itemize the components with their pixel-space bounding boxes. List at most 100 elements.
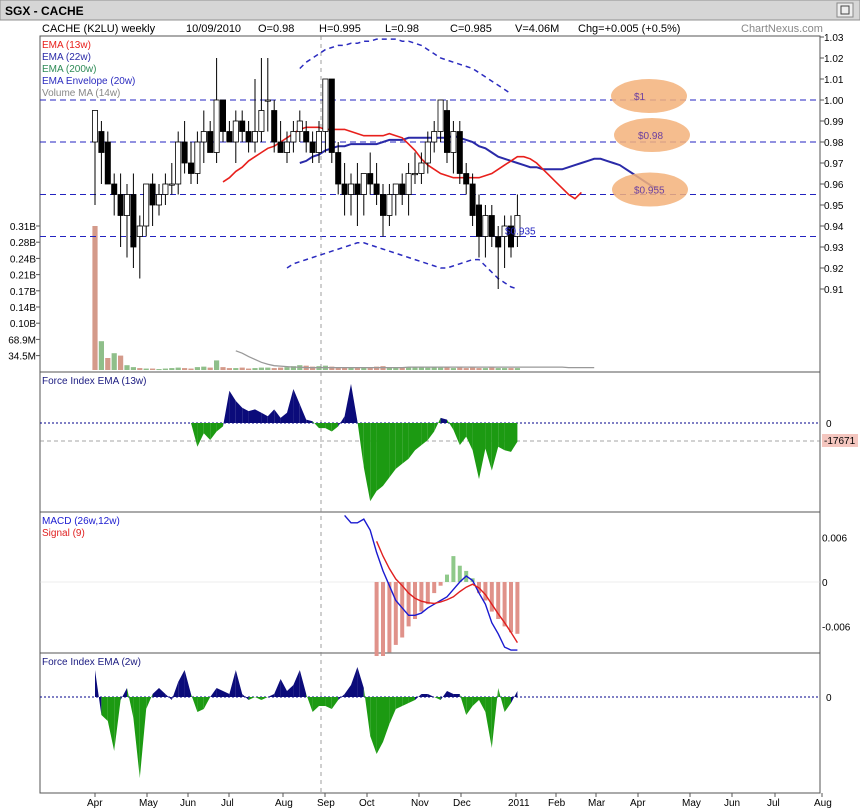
force2-tick-label: 0	[826, 693, 832, 704]
candle-body	[239, 120, 246, 132]
force13-segment	[376, 423, 383, 491]
macd-histogram-bar	[406, 582, 411, 627]
x-tick-label: Apr	[87, 798, 103, 809]
x-tick-label: Dec	[453, 798, 471, 809]
maximize-icon[interactable]	[836, 2, 854, 18]
level-label: $0.935	[505, 227, 536, 238]
price-tick-label: 0.93	[824, 243, 844, 254]
volume-bar	[476, 368, 482, 370]
candle-body	[392, 183, 399, 195]
candle-body	[386, 194, 393, 216]
candle-body	[258, 110, 265, 132]
price-tick-label: 0.95	[824, 201, 844, 212]
candle-body	[271, 110, 278, 143]
candle-body	[194, 141, 201, 174]
volume-bar	[457, 367, 463, 370]
macd-histogram-bar	[381, 582, 385, 656]
force13-segment	[383, 423, 390, 486]
candle-body	[399, 183, 406, 195]
brand-label: ChartNexus.com	[741, 23, 823, 35]
legend-ema13: EMA (13w)	[42, 40, 91, 51]
volume-bar	[258, 367, 264, 370]
quote-high: H=0.995	[319, 23, 361, 35]
force13-segment	[402, 423, 409, 464]
candle-body	[200, 131, 207, 143]
macd-histogram-bar	[509, 582, 513, 633]
candle-body	[354, 183, 361, 195]
candle-body	[335, 152, 342, 185]
x-tick-label: Jun	[724, 798, 740, 809]
candle-body	[207, 131, 214, 153]
candle-body	[456, 131, 463, 174]
force2-segment	[421, 694, 428, 697]
quote-change: Chg=+0.005 (+0.5%)	[578, 23, 680, 35]
candle-body	[309, 141, 316, 153]
x-tick-label: Feb	[548, 798, 566, 809]
quote-open: O=0.98	[258, 23, 294, 35]
price-tick-label: 0.91	[824, 285, 844, 296]
price-tick-label: 0.99	[824, 117, 844, 128]
candle-body	[155, 194, 162, 206]
quote-low: L=0.98	[385, 23, 419, 35]
candle-body	[411, 173, 418, 176]
candle-body	[443, 110, 450, 153]
candle-body	[175, 141, 182, 185]
candle-body	[373, 183, 380, 195]
candle-body	[98, 131, 105, 153]
candle-body	[264, 99, 271, 102]
volume-bar	[156, 369, 162, 371]
volume-bar	[278, 367, 284, 370]
macd-histogram-bar	[387, 582, 392, 653]
candle-body	[181, 141, 188, 164]
volume-bar	[150, 368, 156, 370]
volume-tick-label: 0.21B	[10, 271, 36, 282]
chart: SGX - CACHE CACHE (K2LU) weekly 10/09/20…	[0, 0, 860, 811]
x-tick-label: Aug	[814, 798, 832, 809]
volume-bar	[169, 368, 175, 370]
x-tick-label: Oct	[359, 798, 375, 809]
candle-body	[245, 131, 252, 143]
header-bar	[0, 0, 860, 21]
callout-label: $0.98	[638, 131, 663, 142]
candle-body	[347, 183, 354, 195]
candle-body	[143, 183, 150, 227]
volume-bar	[514, 368, 520, 370]
price-tick-label: 0.97	[824, 159, 844, 170]
macd-histogram-bar	[393, 582, 398, 645]
x-tick-label: Jul	[767, 798, 780, 809]
callout-label: $1	[634, 92, 646, 103]
volume-bar	[252, 368, 258, 370]
candle-body	[463, 173, 470, 185]
volume-bar	[463, 368, 469, 370]
x-tick-label: Mar	[588, 798, 606, 809]
x-tick-label: Apr	[630, 798, 646, 809]
candle-body	[92, 110, 99, 143]
x-tick-label: Sep	[317, 798, 335, 809]
volume-bar	[438, 367, 444, 370]
candle-body	[277, 141, 284, 153]
volume-bar	[105, 358, 111, 370]
macd-histogram-bar	[457, 565, 462, 582]
candle-body	[104, 141, 111, 185]
candle-body	[303, 131, 310, 143]
x-tick-label: Jul	[221, 798, 234, 809]
candle-body	[124, 194, 131, 216]
volume-bar	[284, 367, 290, 370]
force13-segment	[248, 409, 255, 423]
legend-macd: MACD (26w,12w)	[42, 516, 120, 527]
volume-tick-label: 0.10B	[10, 319, 36, 330]
candle-body	[315, 131, 322, 153]
volume-bar	[201, 366, 207, 370]
candle-body	[495, 236, 502, 248]
macd-histogram-bar	[451, 556, 456, 582]
x-tick-label: May	[139, 798, 158, 809]
volume-bar	[495, 368, 501, 370]
candle-body	[367, 173, 374, 185]
force13-segment	[389, 423, 396, 478]
price-tick-label: 1.00	[824, 96, 844, 107]
candle-body	[469, 183, 476, 216]
candle-body	[424, 141, 431, 164]
quote-volume: V=4.06M	[515, 23, 559, 35]
volume-tick-label: 0.31B	[10, 222, 36, 233]
volume-bar	[226, 368, 232, 370]
